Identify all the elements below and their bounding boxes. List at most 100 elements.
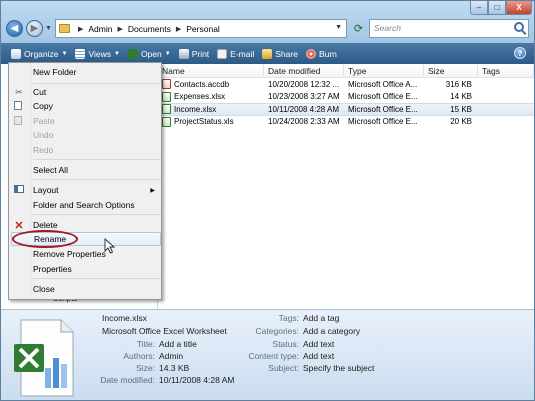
details-categories-value[interactable]: Add a category <box>303 326 360 336</box>
excel-file-icon <box>162 116 171 127</box>
details-tags-value[interactable]: Add a tag <box>303 313 339 323</box>
chevron-down-icon: ▼ <box>113 50 120 57</box>
file-size: 20 KB <box>450 117 472 127</box>
minimize-button[interactable]: – <box>470 1 488 15</box>
column-header-row: Name Date modified Type Size Tags <box>158 64 534 78</box>
search-icon[interactable] <box>514 22 524 32</box>
menu-item-paste[interactable]: Paste <box>9 114 161 128</box>
forward-button[interactable]: ▶ <box>26 20 43 37</box>
file-type: Microsoft Office A... <box>348 79 418 89</box>
breadcrumb-item-admin[interactable]: Admin ▶ <box>88 24 127 34</box>
share-button[interactable]: Share <box>258 43 302 64</box>
details-filename: Income.xlsx <box>102 313 147 323</box>
chevron-down-icon: ▼ <box>164 50 171 57</box>
column-header-type[interactable]: Type <box>344 64 424 77</box>
search-input[interactable]: Search <box>369 19 529 38</box>
column-header-tags[interactable]: Tags <box>478 64 534 77</box>
excel-open-icon <box>127 48 138 59</box>
details-subject-value[interactable]: Specify the subject <box>303 363 374 373</box>
file-date: 10/20/2008 12:32 ... <box>268 79 340 89</box>
details-pane: Income.xlsx Microsoft Office Excel Works… <box>1 309 534 400</box>
file-name-cell: ProjectStatus.xls <box>158 116 264 127</box>
file-size: 14 KB <box>450 92 472 102</box>
file-list[interactable]: Name Date modified Type Size Tags Contac… <box>158 64 534 309</box>
file-name: Expenses.xlsx <box>174 92 226 102</box>
file-name-cell: Expenses.xlsx <box>158 91 264 102</box>
menu-item-copy[interactable]: Copy <box>9 99 161 113</box>
table-row-selected[interactable]: Income.xlsx 10/11/2008 4:28 AM Microsoft… <box>158 103 534 116</box>
file-name: Contacts.accdb <box>174 79 230 89</box>
folder-icon <box>59 24 70 33</box>
refresh-button[interactable]: ⟳ <box>350 20 367 37</box>
mouse-pointer-icon <box>104 238 116 254</box>
print-button[interactable]: Print <box>175 43 213 64</box>
file-size: 15 KB <box>450 104 472 114</box>
details-status-label: Status: <box>272 339 299 349</box>
file-size: 316 KB <box>445 79 472 89</box>
column-header-name[interactable]: Name <box>158 64 264 77</box>
address-bar-area: – □ X ◀ ▶ ▼ ▶ Admin ▶ Documents ▶ Personal… <box>1 1 534 43</box>
breadcrumb[interactable]: ▶ Admin ▶ Documents ▶ Personal ▼ <box>55 19 347 38</box>
details-status-value[interactable]: Add text <box>303 339 334 349</box>
organize-button[interactable]: Organize ▼ <box>1 43 71 64</box>
burn-button[interactable]: Burn <box>302 43 341 64</box>
menu-item-folder-search-options[interactable]: Folder and Search Options <box>9 198 161 212</box>
organize-label: Organize <box>24 48 59 59</box>
menu-item-layout[interactable]: Layout ▶ <box>9 183 161 197</box>
address-history-dropdown[interactable]: ▼ <box>335 24 342 31</box>
breadcrumb-item-personal[interactable]: Personal <box>186 24 220 34</box>
menu-item-cut[interactable]: ✂ Cut <box>9 85 161 99</box>
menu-item-redo[interactable]: Redo <box>9 143 161 157</box>
file-name-cell: Income.xlsx <box>158 104 264 115</box>
views-label: Views <box>88 48 111 59</box>
details-tags-label: Tags: <box>278 313 299 323</box>
column-header-date[interactable]: Date modified <box>264 64 344 77</box>
menu-separator <box>33 83 161 84</box>
file-name: Income.xlsx <box>174 104 217 114</box>
table-row[interactable]: ProjectStatus.xls 10/24/2008 2:33 AM Mic… <box>158 116 534 129</box>
views-icon <box>75 48 86 59</box>
back-button[interactable]: ◀ <box>6 20 23 37</box>
details-date-label: Date modified: <box>100 375 155 385</box>
email-button[interactable]: E-mail <box>213 43 258 64</box>
views-button[interactable]: Views ▼ <box>71 43 123 64</box>
copy-icon <box>14 101 22 110</box>
maximize-button[interactable]: □ <box>488 1 506 15</box>
details-content-type-value[interactable]: Add text <box>303 351 334 361</box>
menu-item-close[interactable]: Close <box>9 282 161 296</box>
menu-item-remove-properties[interactable]: Remove Properties <box>9 247 161 261</box>
menu-item-undo[interactable]: Undo <box>9 128 161 142</box>
print-label: Print <box>191 48 210 59</box>
table-row[interactable]: Expenses.xlsx 10/23/2008 3:27 AM Microso… <box>158 91 534 104</box>
menu-separator <box>33 179 161 180</box>
menu-item-new-folder[interactable]: New Folder <box>9 65 161 79</box>
details-authors-label: Authors: <box>123 351 155 361</box>
menu-separator <box>33 278 161 279</box>
file-date: 10/11/2008 4:28 AM <box>268 104 340 114</box>
close-button[interactable]: X <box>506 1 532 15</box>
file-name: ProjectStatus.xls <box>174 117 234 127</box>
recent-pages-dropdown[interactable]: ▼ <box>45 25 52 32</box>
menu-item-properties[interactable]: Properties <box>9 262 161 276</box>
breadcrumb-item-documents[interactable]: Documents ▶ <box>128 24 186 34</box>
envelope-icon <box>217 48 228 59</box>
file-type: Microsoft Office E... <box>348 92 418 102</box>
table-row[interactable]: Contacts.accdb 10/20/2008 12:32 ... Micr… <box>158 78 534 91</box>
delete-x-icon: ✕ <box>14 219 24 232</box>
file-type: Microsoft Office E... <box>348 117 418 127</box>
details-content-type-label: Content type: <box>248 351 299 361</box>
forward-arrow-icon: ▶ <box>30 23 39 34</box>
column-header-size[interactable]: Size <box>424 64 478 77</box>
file-name-cell: Contacts.accdb <box>158 79 264 90</box>
open-label: Open <box>140 48 162 59</box>
details-title-value[interactable]: Add a title <box>159 339 197 349</box>
details-categories-label: Categories: <box>255 326 299 336</box>
command-toolbar: Organize ▼ Views ▼ Open ▼ Print E-mail S… <box>1 43 534 64</box>
file-type: Microsoft Office E... <box>348 104 418 114</box>
details-filetype: Microsoft Office Excel Worksheet <box>102 326 227 336</box>
open-button[interactable]: Open ▼ <box>124 43 175 64</box>
breadcrumb-root-arrow[interactable]: ▶ <box>73 25 88 33</box>
menu-item-select-all[interactable]: Select All <box>9 163 161 177</box>
help-icon[interactable]: ? <box>514 47 526 59</box>
details-authors-value[interactable]: Admin <box>159 351 183 361</box>
